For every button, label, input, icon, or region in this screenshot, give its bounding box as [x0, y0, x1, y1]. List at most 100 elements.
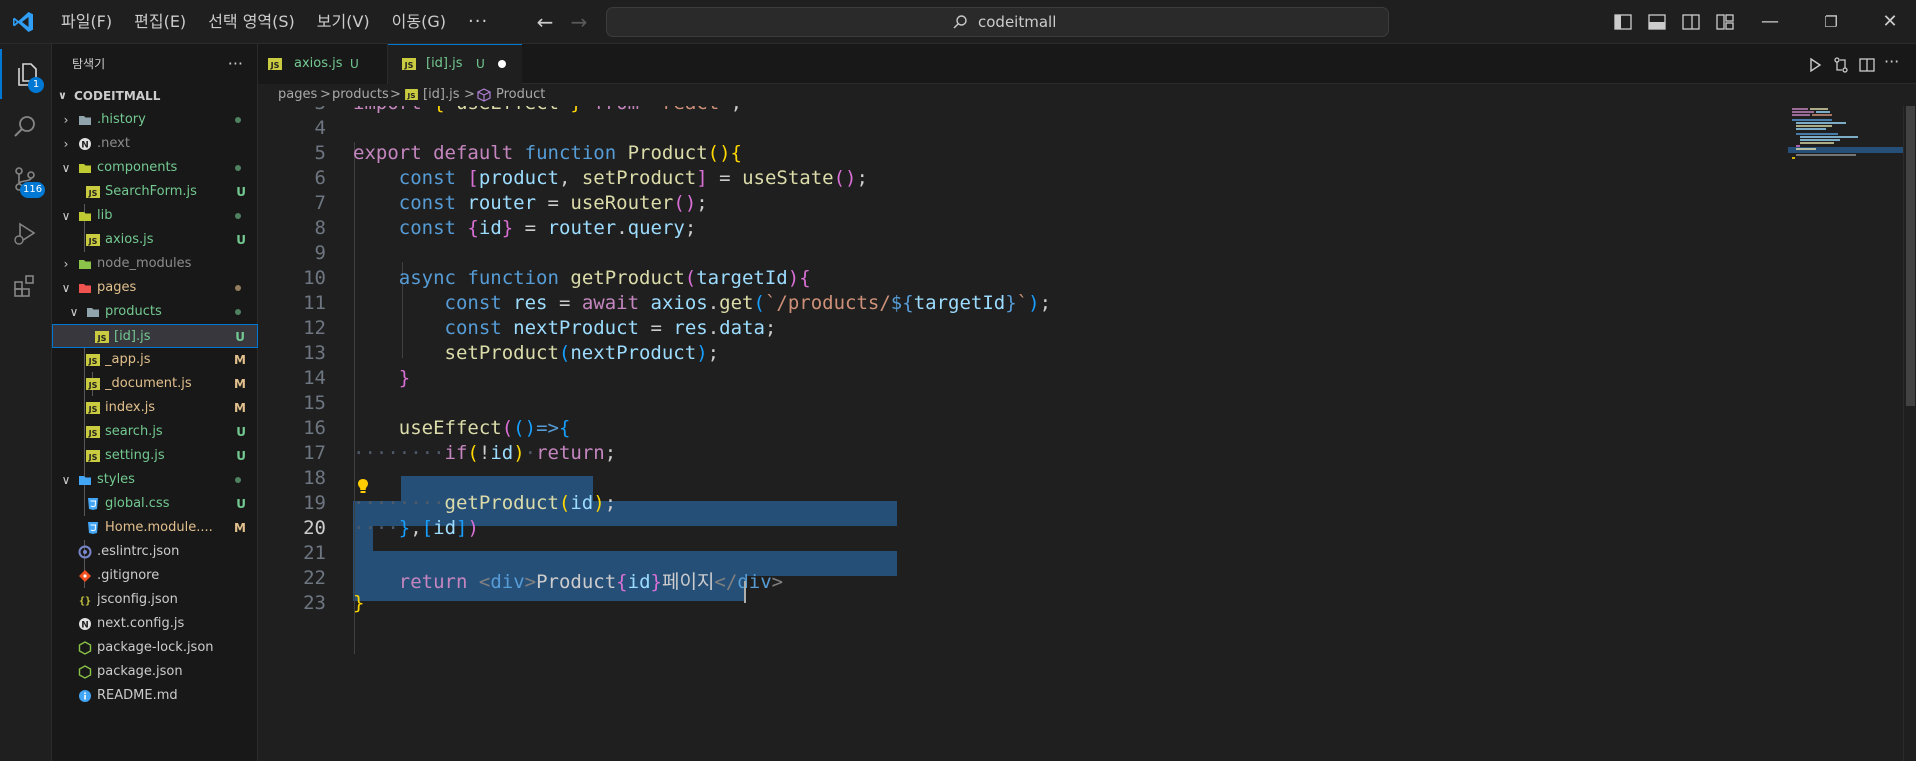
chevron-down-icon[interactable]: ∨ — [60, 276, 72, 300]
activity-search[interactable] — [0, 102, 52, 152]
svg-text:N: N — [81, 141, 89, 151]
next-icon: N — [79, 618, 91, 631]
back-arrow-icon[interactable]: ← — [533, 10, 557, 34]
scrollbar-thumb[interactable] — [1906, 106, 1915, 406]
run-icon[interactable] — [1806, 56, 1824, 74]
chevron-down-icon[interactable]: ∨ — [60, 468, 72, 492]
svg-text:JS: JS — [88, 453, 98, 462]
more-actions-icon[interactable]: ··· — [1884, 52, 1902, 71]
menu-go[interactable]: 이동(G) — [381, 0, 457, 44]
activity-explorer[interactable]: 1 — [0, 49, 52, 99]
file-tree-item[interactable]: JS [id].js U — [52, 324, 258, 348]
file-tree-item[interactable]: Nnext.config.js — [52, 612, 258, 636]
activity-run-debug[interactable] — [0, 208, 52, 258]
toggle-secondary-sidebar-icon[interactable] — [1681, 12, 1701, 32]
css-file-icon — [88, 498, 98, 510]
folder-tree-item[interactable]: ∨ products — [52, 300, 258, 324]
activity-bar: 1 116 — [0, 44, 52, 761]
toggle-primary-sidebar-icon[interactable] — [1613, 12, 1633, 32]
folder-tree-item[interactable]: › .history — [52, 108, 258, 132]
menu-selection[interactable]: 선택 영역(S) — [197, 0, 306, 44]
compare-changes-icon[interactable] — [1832, 56, 1850, 74]
close-icon[interactable]: ✕ — [1878, 10, 1902, 34]
file-tree-item[interactable]: .eslintrc.json — [52, 540, 258, 564]
code-editor[interactable]: 3 4 5 6 7 8 9 10 11 12 13 14 15 16 17 18 19 20 21 22 23 impo… — [258, 106, 1916, 761]
file-tree-item[interactable]: JS setting.js U — [52, 444, 258, 468]
git-status-dot — [235, 309, 241, 315]
file-tree-item[interactable]: Home.module.... M — [52, 516, 258, 540]
file-tree-item[interactable]: .gitignore — [52, 564, 258, 588]
workspace-root[interactable]: ∨ CODEITMALL — [52, 84, 258, 108]
file-tree-item[interactable]: JS _app.js M — [52, 348, 258, 372]
code-line: } — [353, 592, 365, 614]
forward-arrow-icon[interactable]: → — [567, 10, 591, 34]
command-center-search[interactable]: codeitmall — [606, 7, 1389, 37]
code-line: const nextProduct = res.data; — [444, 317, 777, 339]
json-file-icon: {} — [79, 596, 91, 607]
restore-icon[interactable]: ❐ — [1819, 10, 1843, 34]
breadcrumb-products[interactable]: products — [332, 84, 389, 106]
code-line: ········getProduct(id); — [353, 492, 617, 514]
folder-tree-item[interactable]: ∨ styles — [52, 468, 258, 492]
file-tree-item[interactable]: JS search.js U — [52, 420, 258, 444]
tree-item-label: Home.module.... — [105, 520, 213, 535]
explorer-more-icon[interactable]: ··· — [228, 44, 243, 84]
minimap[interactable] — [1788, 106, 1903, 761]
tree-item-label: components — [97, 160, 178, 175]
chevron-right-icon[interactable]: › — [60, 108, 72, 132]
file-tree-item[interactable]: README.md — [52, 684, 258, 708]
chevron-right-icon[interactable]: › — [60, 252, 72, 276]
code-line: } — [398, 367, 411, 389]
text-cursor — [744, 581, 746, 603]
activity-extensions[interactable] — [0, 261, 52, 311]
chevron-right-icon[interactable]: › — [60, 132, 72, 156]
folder-tree-item[interactable]: ∨ lib — [52, 204, 258, 228]
js-file-icon: JS — [86, 378, 100, 390]
vscode-logo-icon — [13, 12, 33, 32]
menu-file[interactable]: 파일(F) — [50, 0, 123, 44]
chevron-down-icon[interactable]: ∨ — [60, 204, 72, 228]
vertical-scrollbar[interactable] — [1903, 106, 1916, 761]
folder-tree-item[interactable]: ∨ components — [52, 156, 258, 180]
breadcrumb-symbol[interactable]: Product — [496, 84, 545, 106]
file-tree-item[interactable]: JS _document.js M — [52, 372, 258, 396]
menu-more-icon[interactable]: ··· — [457, 0, 499, 44]
unsaved-dot-icon[interactable] — [498, 60, 506, 68]
code-line: const {id} = router.query; — [398, 217, 697, 239]
minimize-icon[interactable]: — — [1758, 10, 1782, 34]
activity-source-control[interactable]: 116 — [0, 154, 52, 204]
line-number: 19 — [303, 492, 326, 514]
file-tree-item[interactable]: global.css U — [52, 492, 258, 516]
file-tree-item[interactable]: {} jsconfig.json — [52, 588, 258, 612]
file-tree-item[interactable]: JS SearchForm.js U — [52, 180, 258, 204]
file-tree-item[interactable]: package.json — [52, 660, 258, 684]
line-number: 10 — [303, 267, 326, 289]
info-icon — [79, 690, 91, 702]
toggle-panel-icon[interactable] — [1647, 12, 1667, 32]
menu-view[interactable]: 보기(V) — [306, 0, 381, 44]
svg-text:JS: JS — [404, 61, 414, 70]
chevron-down-icon[interactable]: ∨ — [60, 156, 72, 180]
breadcrumb-pages[interactable]: pages — [278, 84, 317, 106]
file-tree-item[interactable]: JS axios.js U — [52, 228, 258, 252]
js-file-icon: JS — [268, 58, 282, 70]
symbol-method-icon — [477, 88, 491, 102]
split-editor-icon[interactable] — [1858, 56, 1876, 74]
svg-text:JS: JS — [88, 357, 98, 366]
folder-tree-item[interactable]: ∨ pages — [52, 276, 258, 300]
tree-item-label: next.config.js — [97, 616, 185, 631]
folder-tree-item[interactable]: › node_modules — [52, 252, 258, 276]
breadcrumb-file[interactable]: [id].js — [423, 84, 460, 106]
pages-folder-icon — [79, 284, 91, 293]
folder-tree-item[interactable]: › N .next — [52, 132, 258, 156]
tab-axios-js[interactable]: JS axios.js U — [258, 44, 388, 84]
file-tree-item[interactable]: package-lock.json — [52, 636, 258, 660]
tree-item-label: .gitignore — [97, 568, 160, 583]
menu-edit[interactable]: 편집(E) — [123, 0, 197, 44]
tab-status: U — [476, 57, 485, 71]
line-number: 6 — [314, 167, 326, 189]
chevron-down-icon[interactable]: ∨ — [68, 300, 80, 324]
customize-layout-icon[interactable] — [1715, 12, 1735, 32]
file-tree-item[interactable]: JS index.js M — [52, 396, 258, 420]
tab-id-js[interactable]: JS [id].js U — [388, 44, 522, 84]
